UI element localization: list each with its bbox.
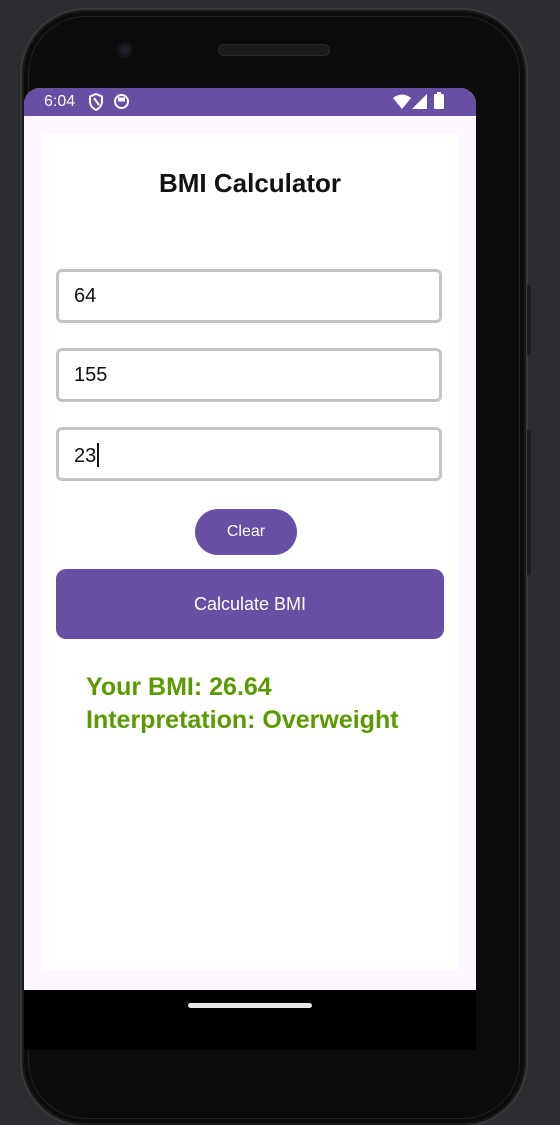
clear-button[interactable]: Clear	[195, 509, 297, 555]
input-field-2-value: 155	[74, 364, 108, 386]
wifi-icon	[393, 94, 411, 113]
calculate-bmi-button[interactable]: Calculate BMI	[56, 569, 444, 639]
volume-button	[527, 285, 531, 355]
battery-icon	[434, 92, 444, 113]
input-field-2[interactable]: 155	[56, 348, 442, 402]
app-circle-icon	[113, 93, 130, 114]
power-button	[527, 430, 531, 575]
cellular-signal-icon	[412, 94, 427, 113]
front-camera	[117, 42, 133, 58]
result-interpretation: Interpretation: Overweight	[86, 706, 399, 734]
status-bar: 6:04	[24, 88, 476, 116]
earpiece-speaker	[218, 44, 330, 56]
app-content: BMI Calculator 64 155 23 Clear Calculate…	[42, 134, 458, 970]
input-field-1-value: 64	[74, 285, 97, 307]
result-bmi: Your BMI: 26.64	[86, 673, 272, 701]
shield-icon	[88, 92, 104, 115]
text-cursor	[97, 443, 100, 467]
home-indicator[interactable]	[188, 1003, 312, 1008]
navigation-bar	[24, 990, 476, 1050]
input-field-3[interactable]: 23	[56, 427, 442, 481]
input-field-1[interactable]: 64	[56, 269, 442, 323]
input-field-3-value-wrap: 23	[74, 443, 100, 468]
device-screen: 6:04 BMI Calculator 64 155 23 Clear Calc…	[24, 88, 476, 990]
page-title: BMI Calculator	[158, 168, 342, 198]
input-field-3-value: 23	[74, 445, 97, 467]
status-time: 6:04	[44, 93, 76, 110]
